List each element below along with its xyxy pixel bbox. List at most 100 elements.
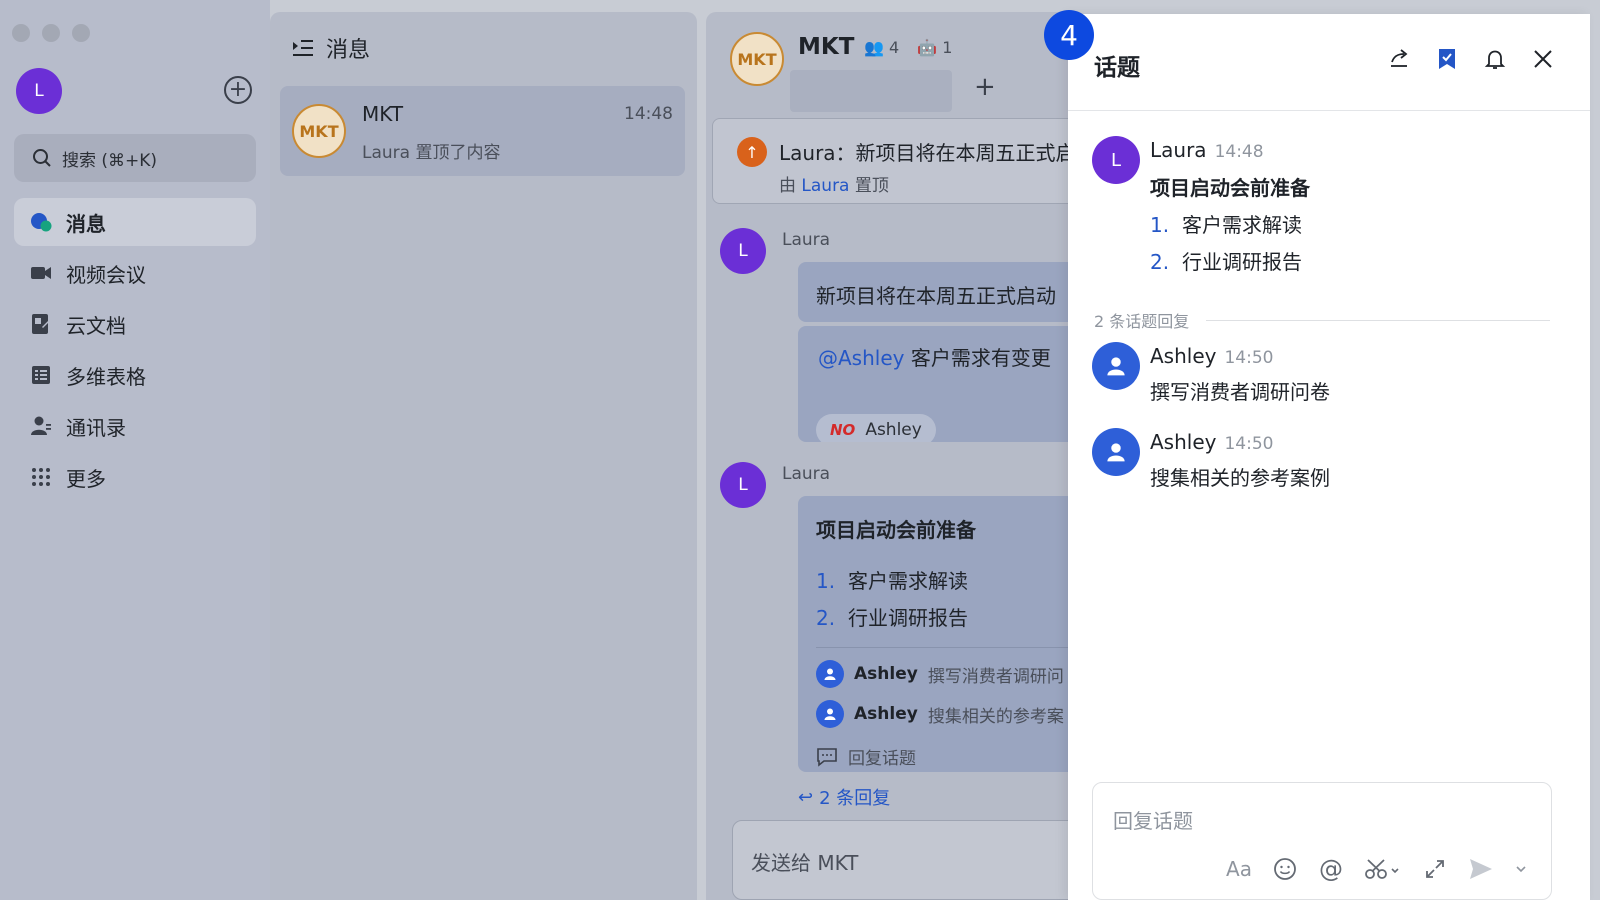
search-placeholder: 搜索 (⌘+K) — [62, 150, 158, 171]
divider — [1068, 110, 1590, 111]
add-tab-button[interactable]: + — [974, 72, 996, 102]
sidebar-item-messages[interactable]: 消息 — [14, 198, 256, 246]
emoji-icon[interactable] — [1271, 855, 1299, 883]
sender-avatar[interactable]: L — [720, 462, 766, 508]
pinned-message[interactable]: ↑ Laura：新项目将在本周五正式启 由 Laura 置顶 — [712, 118, 1076, 204]
thread-reply-name: Ashley — [854, 664, 918, 684]
close-button[interactable] — [1530, 46, 1556, 72]
pinned-by-prefix: 由 — [779, 176, 796, 196]
search-icon — [33, 149, 51, 167]
bookmark-button[interactable] — [1434, 46, 1460, 72]
sidebar: L + 搜索 (⌘+K) 消息 视频会议 云文档 多维表格 通讯录 更多 — [0, 0, 270, 900]
pinned-by-name[interactable]: Laura — [801, 176, 849, 196]
reaction-user: Ashley — [865, 420, 922, 440]
message-time: 14:48 — [1214, 142, 1264, 162]
members-icon: 👥 — [864, 38, 884, 57]
sidebar-item-label: 更多 — [66, 466, 106, 491]
message-bubble[interactable]: 项目启动会前准备 1. 客户需求解读 2. 行业调研报告 Ashley 撰写消费者调… — [798, 496, 1076, 772]
sidebar-item-label: 通讯录 — [66, 415, 126, 440]
close-window-button[interactable] — [12, 24, 30, 42]
message-bubble[interactable]: 新项目将在本周五正式启动 — [798, 262, 1076, 322]
sender-name-line: Ashley 14:50 — [1150, 430, 1273, 454]
notification-button[interactable] — [1482, 46, 1508, 72]
minimize-window-button[interactable] — [42, 24, 60, 42]
share-button[interactable] — [1386, 46, 1412, 72]
window-controls — [12, 24, 90, 42]
mention-icon[interactable]: @ — [1317, 855, 1345, 883]
reply-input[interactable]: 回复话题 Aa @ — [1092, 782, 1552, 900]
sender-avatar[interactable]: L — [720, 228, 766, 274]
add-button[interactable]: + — [224, 76, 252, 104]
list-number: 1. — [816, 569, 836, 593]
chat-meta: 👥 4 🤖 1 — [864, 38, 952, 57]
reply-text[interactable]: 撰写消费者调研问卷 — [1150, 376, 1330, 405]
list-number: 2. — [1150, 250, 1170, 274]
message-text: 客户需求有变更 — [910, 346, 1051, 370]
robot-icon: 🤖 — [917, 38, 938, 57]
pinned-text: Laura：新项目将在本周五正式启 — [779, 141, 1076, 165]
list-item[interactable]: MKT MKT 14:48 Laura 置顶了内容 — [280, 86, 685, 176]
screenshot-icon[interactable] — [1363, 855, 1403, 883]
list-number: 2. — [816, 606, 836, 630]
user-avatar-icon[interactable] — [1092, 428, 1140, 476]
chat-time: 14:48 — [624, 104, 673, 124]
user-avatar-icon[interactable] — [1092, 342, 1140, 390]
message-list: 1. 客户需求解读 2. 行业调研报告 — [1150, 209, 1310, 275]
avatar[interactable]: L — [16, 68, 62, 114]
sidebar-item-video-meeting[interactable]: 视频会议 — [14, 249, 256, 297]
sidebar-item-label: 消息 — [66, 211, 106, 236]
step-badge: 4 — [1044, 10, 1094, 60]
send-icon[interactable] — [1467, 855, 1495, 883]
message-title: 项目启动会前准备 — [816, 518, 976, 542]
reply-thread-label: 回复话题 — [848, 749, 916, 769]
sidebar-item-more[interactable]: 更多 — [14, 453, 256, 501]
thread-reply-preview[interactable]: Ashley 撰写消费者调研问 — [816, 660, 1076, 688]
list-text: 客户需求解读 — [848, 569, 968, 593]
list-text: 行业调研报告 — [848, 606, 968, 630]
reply-text[interactable]: 搜集相关的参考案例 — [1150, 462, 1330, 491]
chat-name: MKT — [362, 102, 404, 126]
reply-thread-button[interactable]: 回复话题 — [816, 744, 1076, 769]
reply-input-placeholder: 回复话题 — [1113, 809, 1193, 833]
expand-icon[interactable] — [1421, 855, 1449, 883]
sidebar-item-docs[interactable]: 云文档 — [14, 300, 256, 348]
bot-count[interactable]: 🤖 1 — [917, 38, 952, 57]
avatar-letter: L — [34, 81, 44, 101]
member-count[interactable]: 👥 4 — [864, 38, 899, 57]
mention[interactable]: @Ashley — [818, 346, 904, 370]
search-input[interactable]: 搜索 (⌘+K) — [14, 134, 256, 182]
list-text: 客户需求解读 — [1182, 213, 1302, 237]
text-format-icon[interactable]: Aa — [1225, 855, 1253, 883]
blurred-tab — [790, 70, 952, 112]
message-composer[interactable]: 发送给 MKT — [732, 820, 1076, 900]
chevron-down-icon[interactable] — [1513, 855, 1529, 883]
chat-list: 消息 MKT MKT 14:48 Laura 置顶了内容 — [270, 12, 697, 900]
chat-window: MKT MKT 👥 4 🤖 1 + ↑ Laura：新项目将在本周五正式启 由 … — [706, 12, 1076, 900]
divider — [1206, 320, 1550, 321]
list-item: 1. 客户需求解读 — [1150, 209, 1310, 238]
no-reaction-icon: NO — [830, 421, 856, 439]
replies-link[interactable]: ↩ 2 条回复 — [798, 784, 890, 810]
sender-avatar[interactable]: L — [1092, 136, 1140, 184]
sender-name-line: Laura 14:48 — [1150, 138, 1264, 162]
sidebar-item-label: 云文档 — [66, 313, 126, 338]
group-avatar[interactable]: MKT — [730, 32, 784, 86]
sidebar-item-contacts[interactable]: 通讯录 — [14, 402, 256, 450]
grid-dots-icon — [32, 468, 50, 486]
thread-reply-preview[interactable]: Ashley 搜集相关的参考案 — [816, 700, 1076, 728]
member-count-value: 4 — [889, 38, 900, 57]
zoom-window-button[interactable] — [72, 24, 90, 42]
sidebar-item-bitable[interactable]: 多维表格 — [14, 351, 256, 399]
composer-placeholder: 发送给 MKT — [751, 851, 859, 875]
panel-title: 话题 — [1094, 55, 1140, 81]
root-message[interactable]: 项目启动会前准备 1. 客户需求解读 2. 行业调研报告 — [1150, 172, 1310, 275]
reaction-badge[interactable]: NO Ashley — [816, 414, 936, 442]
collapse-list-icon[interactable] — [292, 38, 314, 58]
message-title: 项目启动会前准备 — [1150, 176, 1310, 200]
share-icon — [1391, 49, 1408, 67]
message-bubble[interactable]: @Ashley 客户需求有变更 NO Ashley — [798, 326, 1076, 442]
chat-title: MKT — [798, 34, 855, 60]
comment-icon — [817, 747, 837, 767]
replies-link-label: 2 条回复 — [819, 788, 891, 809]
list-number: 1. — [1150, 213, 1170, 237]
